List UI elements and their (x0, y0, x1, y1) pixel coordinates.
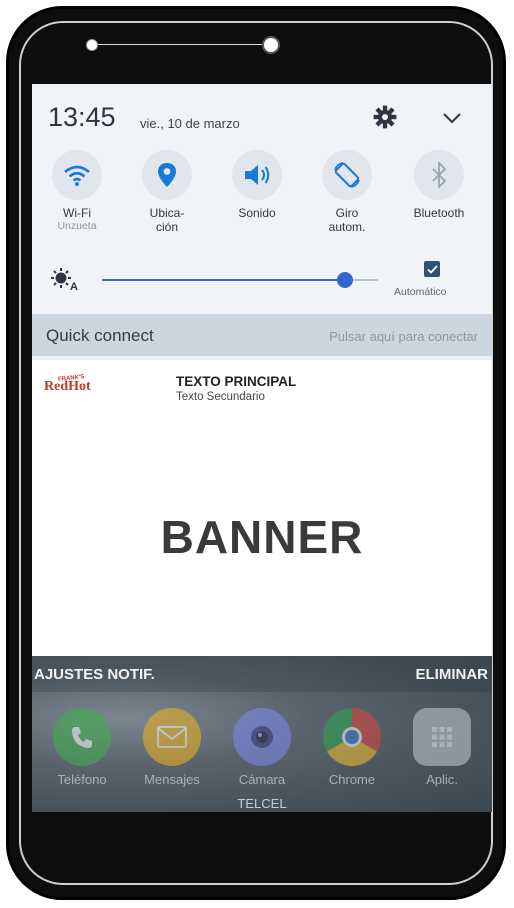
tile-location[interactable]: Ubica- ción (122, 150, 212, 234)
gear-icon[interactable] (372, 104, 398, 130)
dock-app-label: Mensajes (144, 772, 200, 787)
dock-app-label: Teléfono (57, 772, 107, 787)
speaker-icon (245, 165, 270, 185)
tile-rotate[interactable]: Giro autom. (302, 150, 392, 234)
dock-app-apps[interactable]: Aplic. (402, 708, 482, 787)
earpiece-speaker (84, 36, 280, 54)
bluetooth-icon (432, 162, 447, 188)
checkmark-icon (426, 264, 438, 274)
quick-connect-title: Quick connect (46, 326, 154, 345)
brand-logo: FRANK'S RedHot (44, 374, 114, 404)
brightness-slider-fill (102, 279, 345, 281)
clear-notifications-button[interactable]: ELIMINAR (416, 666, 489, 683)
notification-subtitle: Texto Secundario (176, 391, 265, 403)
tile-wifi-network: Unzueta (57, 220, 97, 232)
dock-app-camera[interactable]: Cámara (222, 708, 302, 787)
tile-sound-label: Sonido (238, 206, 276, 220)
brightness-slider-thumb[interactable] (336, 272, 353, 288)
notification-card[interactable]: FRANK'S RedHot TEXTO PRINCIPAL Texto Sec… (32, 360, 492, 656)
message-icon (143, 708, 201, 766)
tile-sound-button[interactable] (232, 150, 282, 200)
dock-app-label: Aplic. (426, 772, 458, 787)
tile-location-button[interactable] (142, 150, 192, 200)
auto-brightness-label: Automático (394, 286, 447, 298)
tile-rotate-label: Giro autom. (328, 206, 366, 234)
chevron-down-icon[interactable] (440, 106, 464, 130)
dock-app-messages[interactable]: Mensajes (132, 708, 212, 787)
dock-app-label: Cámara (238, 772, 286, 787)
front-camera (262, 36, 280, 54)
dock-app-chrome[interactable]: Chrome (312, 708, 392, 787)
phone-icon (53, 708, 111, 766)
tile-sound[interactable]: Sonido (212, 150, 302, 220)
tile-bluetooth-button[interactable] (414, 150, 464, 200)
rotate-icon (334, 162, 360, 188)
dock-app-phone[interactable]: Teléfono (42, 708, 122, 787)
quick-connect-bar[interactable]: Quick connect Pulsar aquí para conectar (32, 314, 492, 356)
banner-text: BANNER (160, 511, 364, 563)
tile-rotate-button[interactable] (322, 150, 372, 200)
brightness-auto-icon: A (51, 268, 78, 291)
tile-bluetooth[interactable]: Bluetooth (394, 150, 484, 220)
location-icon (158, 163, 176, 187)
tile-wifi-label: Wi-Fi (63, 206, 91, 220)
tile-bluetooth-label: Bluetooth (413, 206, 465, 220)
home-wallpaper: AJUSTES NOTIF. ELIMINAR Teléfono Mensaje… (32, 656, 492, 812)
date: vie., 10 de marzo (140, 116, 240, 131)
brightness-slider[interactable] (102, 272, 378, 288)
auto-brightness-checkbox[interactable] (424, 261, 440, 277)
chrome-icon (323, 708, 381, 766)
notification-title: TEXTO PRINCIPAL (176, 374, 297, 389)
tile-wifi-button[interactable] (52, 150, 102, 200)
quick-connect-hint: Pulsar aquí para conectar (329, 329, 478, 344)
brand-logo-text: RedHot (44, 379, 91, 394)
clock: 13:45 (48, 102, 116, 132)
proximity-sensor (86, 39, 98, 51)
apps-icon (413, 708, 471, 766)
carrier-label: TELCEL (237, 796, 287, 811)
screen: 13:45 vie., 10 de marzo Wi-Fi Unzueta Ub… (32, 84, 492, 812)
tile-wifi[interactable]: Wi-Fi Unzueta (32, 150, 122, 233)
wifi-icon (64, 165, 90, 186)
dock-app-label: Chrome (328, 772, 376, 787)
tile-location-label: Ubica- ción (149, 206, 185, 234)
notification-settings-button[interactable]: AJUSTES NOTIF. (34, 666, 155, 683)
camera-icon (233, 708, 291, 766)
speaker-grille (94, 44, 266, 45)
svg-text:A: A (70, 281, 78, 291)
